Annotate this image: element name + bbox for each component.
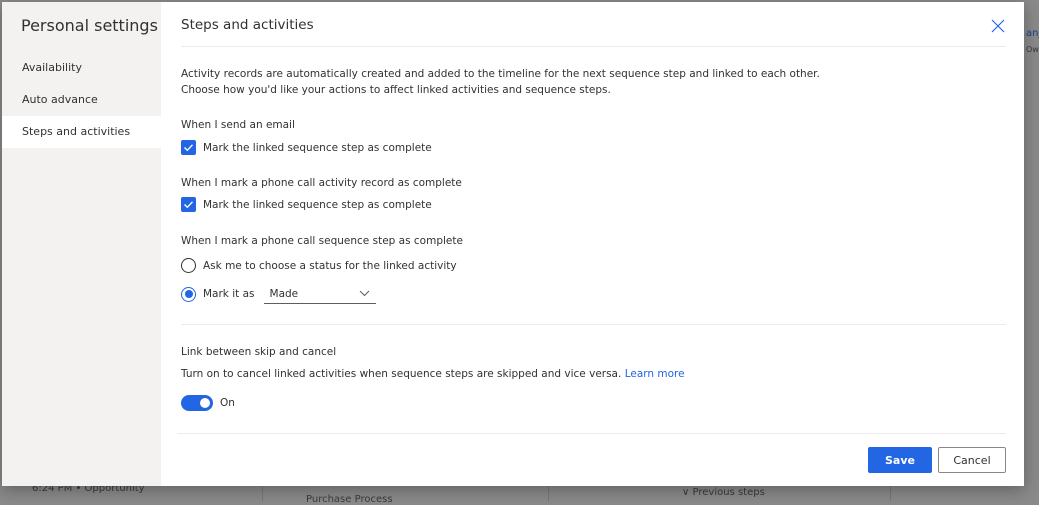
toggle-switch[interactable] <box>181 395 213 411</box>
email-heading: When I send an email <box>181 119 295 131</box>
chevron-down-icon <box>359 290 369 297</box>
phone-step-heading: When I mark a phone call sequence step a… <box>181 235 463 247</box>
radio-mark-it-as[interactable]: Mark it as Made <box>181 284 376 304</box>
settings-sidebar: Personal settings Availability Auto adva… <box>2 2 161 486</box>
radio-ask-label: Ask me to choose a status for the linked… <box>203 259 457 272</box>
settings-content: Steps and activities Activity records ar… <box>161 2 1024 486</box>
checkmark-icon <box>181 197 196 212</box>
section-divider <box>181 324 1006 325</box>
footer-divider <box>177 433 1006 434</box>
close-icon[interactable] <box>990 18 1006 34</box>
checkmark-icon <box>181 140 196 155</box>
email-checkbox-label: Mark the linked sequence step as complet… <box>203 141 432 154</box>
header-divider <box>181 46 1006 47</box>
bg-divider <box>548 486 549 501</box>
skip-description: Turn on to cancel linked activities when… <box>181 368 622 380</box>
skip-description-row: Turn on to cancel linked activities when… <box>181 368 685 380</box>
bg-previous-steps-label: Previous steps <box>692 487 765 498</box>
toggle-label: On <box>220 397 235 409</box>
status-dropdown[interactable]: Made <box>263 284 376 304</box>
bg-link-text: anj <box>1026 28 1039 39</box>
status-dropdown-value: Made <box>269 287 299 300</box>
bg-previous-steps: ∨ Previous steps <box>682 487 765 498</box>
radio-ask-status[interactable]: Ask me to choose a status for the linked… <box>181 258 457 273</box>
phone-activity-checkbox-label: Mark the linked sequence step as complet… <box>203 198 432 211</box>
personal-settings-dialog: Personal settings Availability Auto adva… <box>2 2 1024 486</box>
bg-owner-text: Own <box>1026 45 1039 54</box>
bg-divider <box>890 486 891 501</box>
skip-heading: Link between skip and cancel <box>181 346 337 358</box>
sidebar-item-auto-advance[interactable]: Auto advance <box>2 84 161 116</box>
radio-unselected <box>181 258 196 273</box>
phone-activity-checkbox[interactable]: Mark the linked sequence step as complet… <box>181 197 432 212</box>
radio-mark-label: Mark it as <box>203 288 255 300</box>
learn-more-link[interactable]: Learn more <box>625 368 685 380</box>
bg-process-text: Purchase Process <box>306 494 393 505</box>
intro-line-2: Choose how you'd like your actions to af… <box>181 84 611 96</box>
sidebar-title: Personal settings <box>21 16 158 35</box>
intro-line-1: Activity records are automatically creat… <box>181 68 820 80</box>
radio-selected <box>181 286 196 302</box>
bg-divider <box>262 486 263 501</box>
cancel-button[interactable]: Cancel <box>938 447 1006 473</box>
sidebar-item-steps-and-activities[interactable]: Steps and activities <box>2 116 161 148</box>
sidebar-item-availability[interactable]: Availability <box>2 52 161 84</box>
email-checkbox[interactable]: Mark the linked sequence step as complet… <box>181 140 432 155</box>
skip-cancel-toggle[interactable]: On <box>181 395 235 411</box>
save-button[interactable]: Save <box>868 447 932 473</box>
phone-activity-heading: When I mark a phone call activity record… <box>181 177 462 189</box>
page-title: Steps and activities <box>181 17 314 33</box>
